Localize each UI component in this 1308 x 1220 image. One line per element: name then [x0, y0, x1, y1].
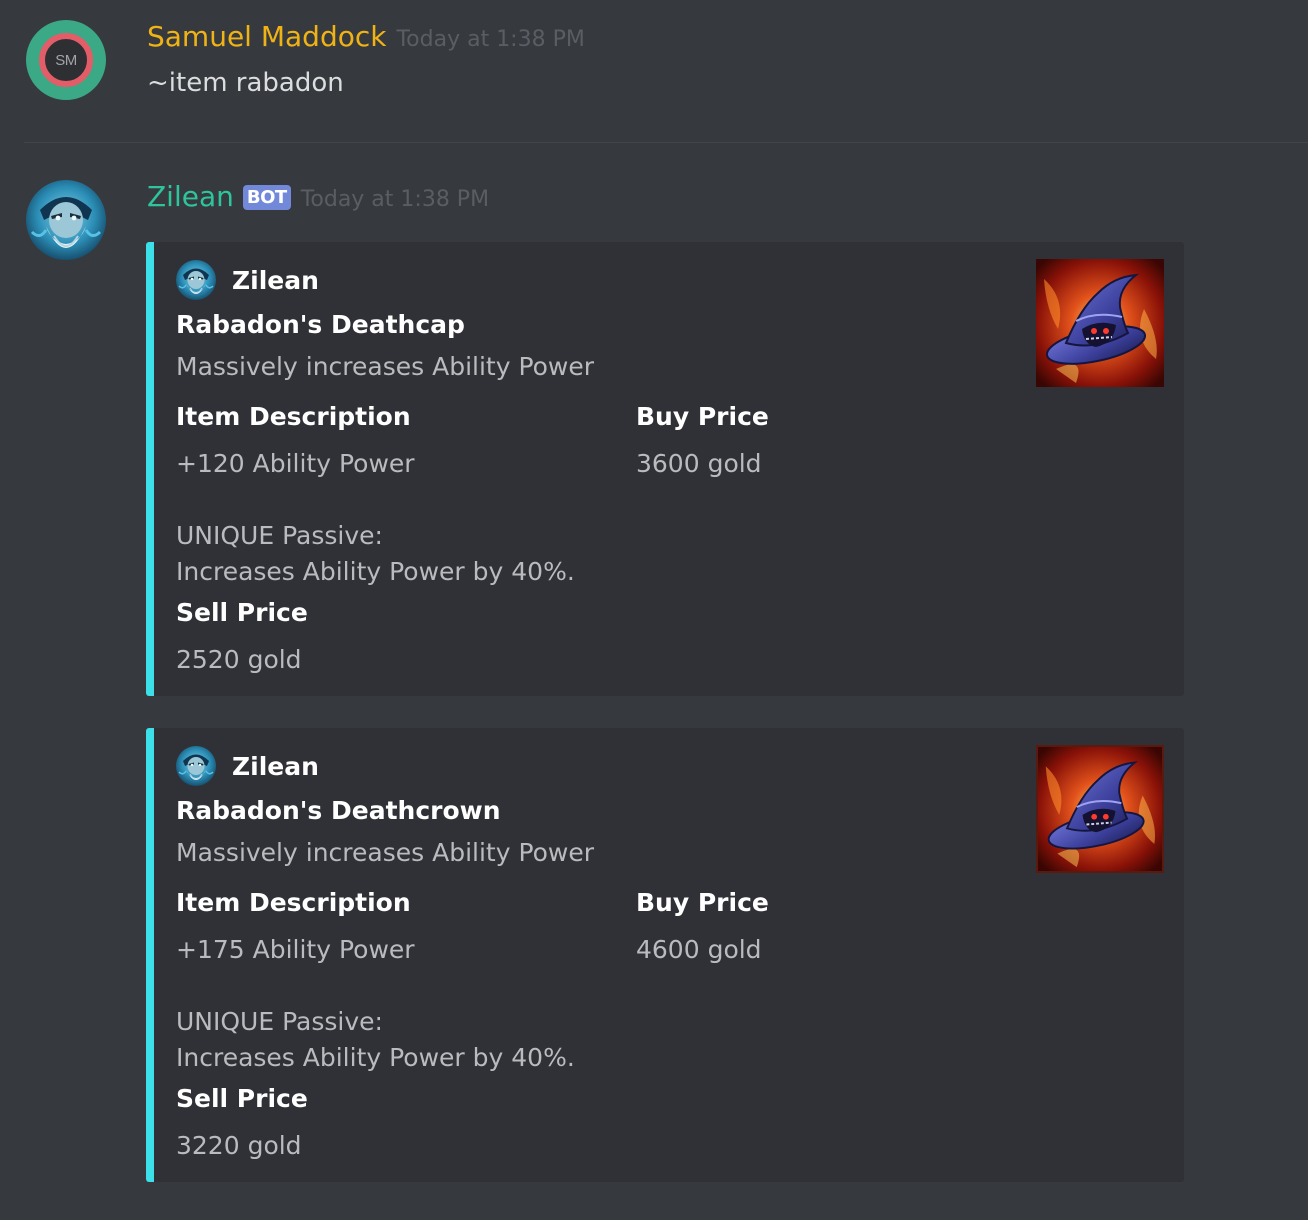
- field-name-sell-price: Sell Price: [176, 1084, 308, 1113]
- field-value-line: UNIQUE Passive:: [176, 521, 383, 550]
- field-value-sell-price: 3220 gold: [176, 1131, 302, 1160]
- user-avatar[interactable]: SM: [26, 20, 106, 100]
- embed-card: Zilean Rabadon's Deathcrown Massively in…: [146, 728, 1184, 1182]
- message-content: ~item rabadon: [147, 68, 344, 98]
- field-name-sell-price: Sell Price: [176, 598, 308, 627]
- username[interactable]: Samuel Maddock: [147, 20, 386, 53]
- message-divider: [24, 142, 1308, 143]
- embed-title: Rabadon's Deathcap: [176, 310, 465, 339]
- field-name-buy-price: Buy Price: [636, 402, 769, 431]
- field-value-sell-price: 2520 gold: [176, 645, 302, 674]
- embed-thumbnail[interactable]: [1036, 259, 1164, 387]
- timestamp: Today at 1:38 PM: [300, 187, 490, 212]
- message-header: Samuel Maddock Today at 1:38 PM: [147, 20, 585, 53]
- field-value-buy-price: 4600 gold: [636, 935, 762, 964]
- field-value-line: +120 Ability Power: [176, 449, 415, 478]
- embed-author-name: Zilean: [232, 751, 319, 781]
- field-value-line: UNIQUE Passive:: [176, 1007, 383, 1036]
- embed-author-icon: [176, 260, 216, 300]
- field-value-line: +175 Ability Power: [176, 935, 415, 964]
- rabadons-deathcrown-icon: [1038, 747, 1162, 871]
- field-value-line: Increases Ability Power by 40%.: [176, 1043, 575, 1072]
- zilean-avatar-icon: [26, 180, 106, 260]
- embed-title: Rabadon's Deathcrown: [176, 796, 501, 825]
- field-value-line: Increases Ability Power by 40%.: [176, 557, 575, 586]
- embed-description: Massively increases Ability Power: [176, 838, 595, 867]
- bot-avatar[interactable]: [26, 180, 106, 260]
- embed-thumbnail[interactable]: [1036, 745, 1164, 873]
- message-header: Zilean BOT Today at 1:38 PM: [147, 180, 489, 213]
- field-name-item-description: Item Description: [176, 402, 411, 431]
- embed-author: Zilean: [176, 260, 319, 300]
- embed-card: Zilean Rabadon's Deathcap Massively incr…: [146, 242, 1184, 696]
- embed-description: Massively increases Ability Power: [176, 352, 595, 381]
- embed-author-icon: [176, 746, 216, 786]
- embed-author: Zilean: [176, 746, 319, 786]
- username[interactable]: Zilean: [147, 180, 234, 213]
- timestamp: Today at 1:38 PM: [396, 27, 585, 52]
- rabadons-deathcap-icon: [1036, 259, 1164, 387]
- embed-author-name: Zilean: [232, 265, 319, 295]
- bot-badge: BOT: [242, 185, 291, 210]
- field-value-buy-price: 3600 gold: [636, 449, 762, 478]
- field-name-item-description: Item Description: [176, 888, 411, 917]
- avatar-initials: SM: [39, 33, 93, 87]
- field-name-buy-price: Buy Price: [636, 888, 769, 917]
